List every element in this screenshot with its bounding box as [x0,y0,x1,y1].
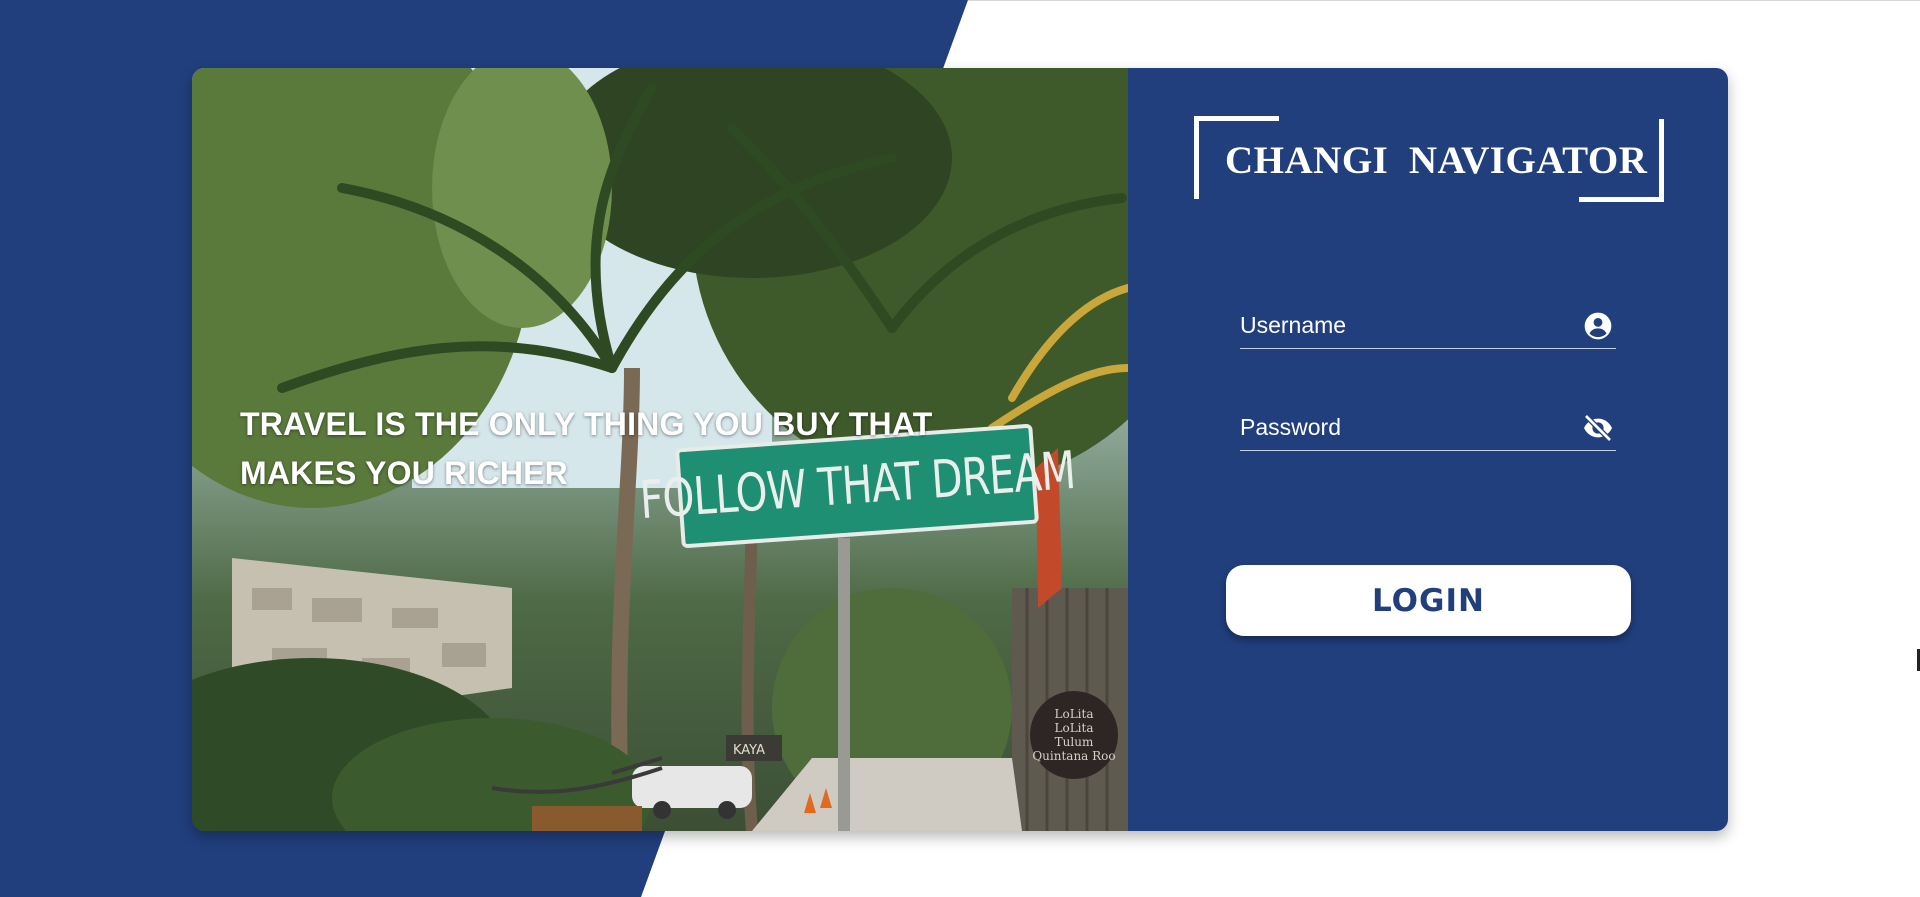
password-label: Password [1240,414,1341,440]
username-label: Username [1240,312,1347,338]
hero-quote: TRAVEL IS THE ONLY THING YOU BUY THAT MA… [240,406,933,491]
brand-title: CHANGI NAVIGATOR [1225,139,1648,182]
account-circle-icon [1584,312,1612,340]
username-field[interactable]: Username [1240,306,1616,349]
round-shop-sign: LoLita LoLita Tulum Quintana Roo [1030,691,1118,779]
login-button[interactable]: LOGIN [1226,565,1631,636]
top-divider [968,0,1920,1]
password-field[interactable]: Password [1240,408,1616,451]
brand-logo: CHANGI NAVIGATOR [1194,116,1664,202]
shop-sign-text: KAYA [733,743,765,758]
visibility-off-icon[interactable] [1582,412,1614,444]
hero-photo: KAYA FOLLOW THAT DREAM LoLita LoLita Tul… [192,68,1128,831]
